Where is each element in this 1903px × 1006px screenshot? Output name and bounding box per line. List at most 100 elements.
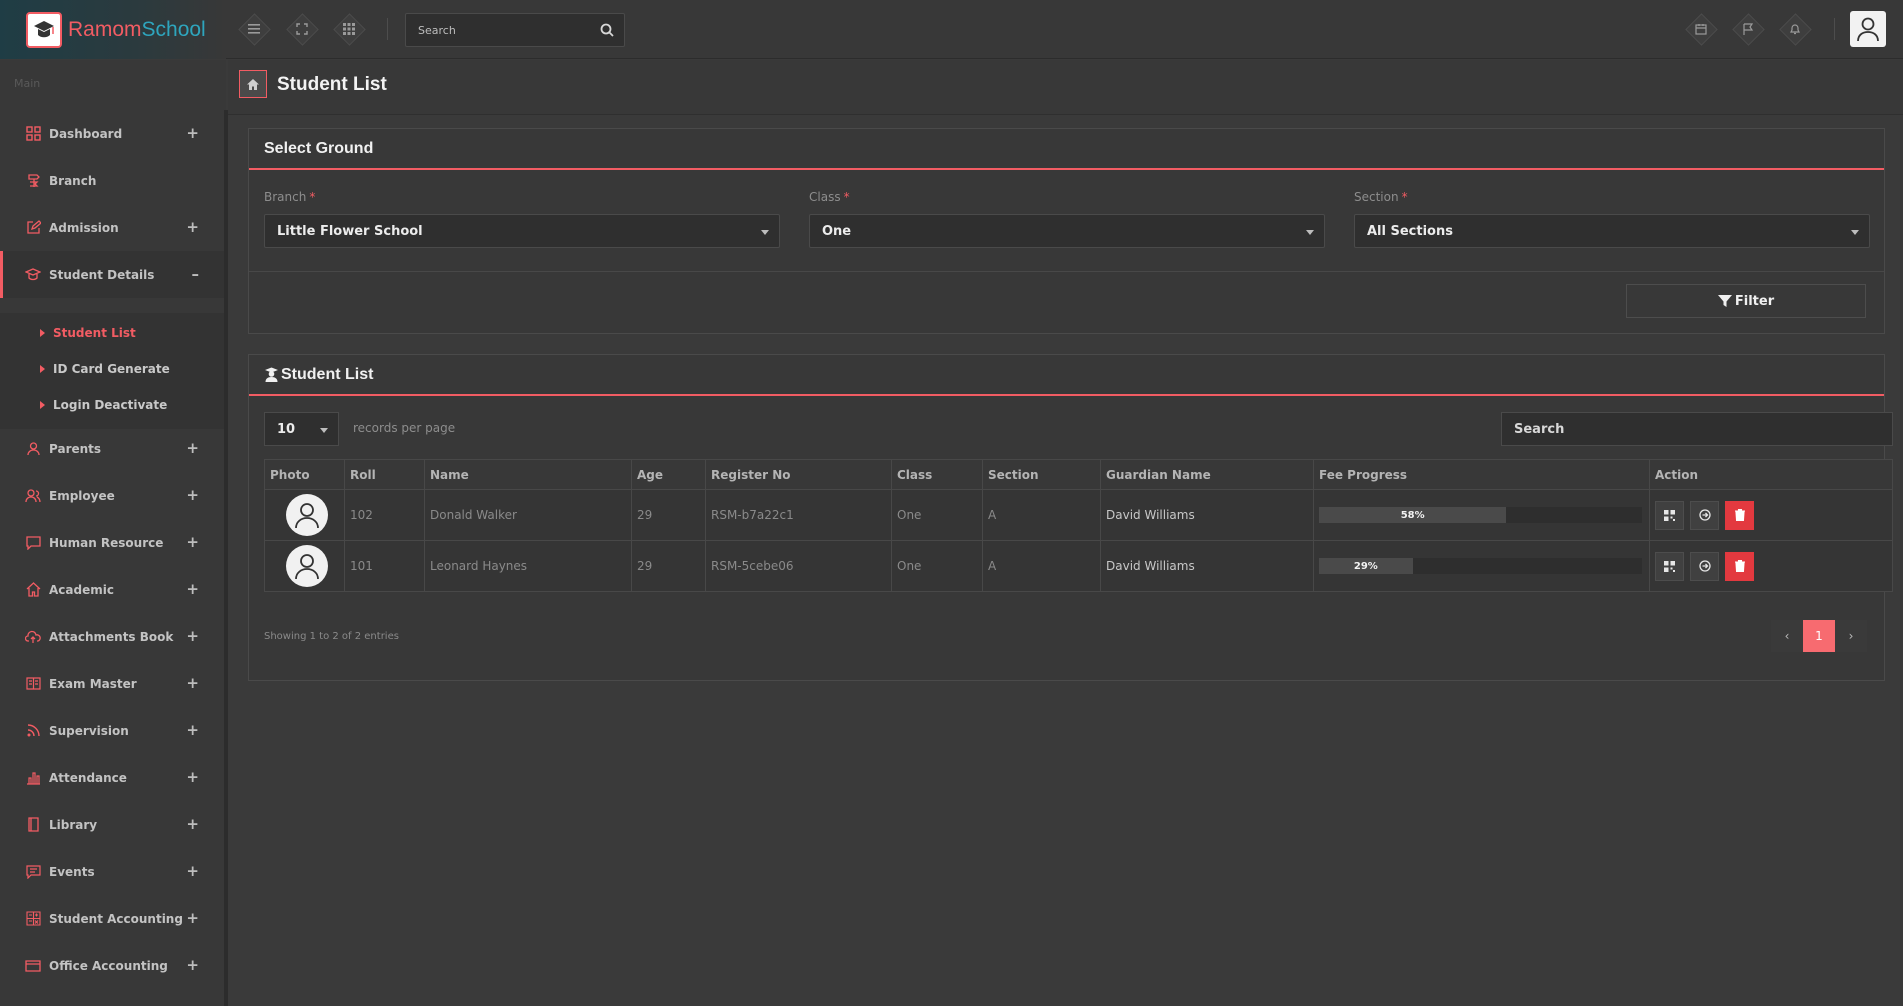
expand-icon[interactable]: +: [186, 580, 199, 598]
sidebar-item-parents[interactable]: Parents +: [0, 425, 224, 472]
apps-button[interactable]: [334, 14, 364, 44]
sidebar-subitem-login-deactivate[interactable]: Login Deactivate: [40, 398, 167, 412]
pagination-next[interactable]: ›: [1835, 620, 1867, 652]
column-header[interactable]: Fee Progress: [1313, 459, 1650, 490]
collapse-icon[interactable]: –: [192, 265, 200, 283]
profile-button[interactable]: [1655, 551, 1684, 581]
edit-icon: [24, 219, 42, 237]
profile-button[interactable]: [1655, 500, 1684, 530]
expand-icon[interactable]: +: [186, 721, 199, 739]
pagination-page[interactable]: 1: [1803, 620, 1835, 652]
header-search-input[interactable]: [406, 14, 592, 46]
expand-icon[interactable]: +: [186, 627, 199, 645]
login-button[interactable]: [1690, 500, 1719, 530]
flag-button[interactable]: [1733, 14, 1763, 44]
sidebar-item-office-accounting[interactable]: Office Accounting +: [0, 942, 224, 989]
sidebar-item-label: Dashboard: [49, 126, 123, 141]
sidebar-item-attendance[interactable]: Attendance +: [0, 754, 224, 801]
sidebar-item-branch[interactable]: Branch: [0, 157, 224, 204]
sidebar-item-label: Branch: [49, 173, 97, 188]
expand-icon[interactable]: +: [186, 956, 199, 974]
sidebar-item-student-accounting[interactable]: Student Accounting +: [0, 895, 224, 942]
sidebar-item-attachments-book[interactable]: Attachments Book +: [0, 613, 224, 660]
expand-icon[interactable]: +: [186, 218, 199, 236]
class-cell: One: [891, 489, 983, 541]
sidebar-subitem-id-card-generate[interactable]: ID Card Generate: [40, 362, 170, 376]
brand[interactable]: RamomSchool: [0, 0, 226, 59]
expand-icon[interactable]: +: [186, 674, 199, 692]
expand-icon[interactable]: +: [186, 862, 199, 880]
section-select[interactable]: All Sections: [1354, 214, 1870, 248]
class-select[interactable]: One: [809, 214, 1325, 248]
expand-icon[interactable]: +: [186, 815, 199, 833]
sidebar-scrollbar[interactable]: [224, 110, 228, 1006]
expand-icon[interactable]: +: [186, 439, 199, 457]
column-header[interactable]: Roll: [344, 459, 425, 490]
guardian-cell: David Williams: [1100, 540, 1314, 592]
login-button[interactable]: [1690, 551, 1719, 581]
menu-toggle-button[interactable]: [239, 14, 269, 44]
sidebar-item-employee[interactable]: Employee +: [0, 472, 224, 519]
column-header[interactable]: Action: [1649, 459, 1893, 490]
column-header[interactable]: Class: [891, 459, 983, 490]
sidebar-item-dashboard[interactable]: Dashboard +: [0, 110, 224, 157]
student-list-panel: Student List 10 records per page Photo R…: [248, 354, 1893, 681]
header-search[interactable]: [405, 13, 625, 47]
branch-select[interactable]: Little Flower School: [264, 214, 780, 248]
column-header[interactable]: Photo: [264, 459, 345, 490]
pagination-prev[interactable]: ‹: [1771, 620, 1803, 652]
user-avatar[interactable]: [1850, 11, 1886, 47]
branch-label-text: Branch: [264, 190, 307, 204]
section-cell: A: [982, 489, 1101, 541]
expand-icon[interactable]: +: [186, 533, 199, 551]
fee-progress-cell: 58%: [1313, 489, 1650, 541]
sidebar-subitem-student-list[interactable]: Student List: [40, 326, 136, 340]
roll-cell: 101: [344, 540, 425, 592]
sidebar-item-supervision[interactable]: Supervision +: [0, 707, 224, 754]
expand-icon[interactable]: +: [186, 486, 199, 504]
photo-cell: [264, 489, 345, 541]
calendar-button[interactable]: [1686, 14, 1716, 44]
page-length-label: records per page: [353, 421, 456, 435]
sidebar-item-label: Human Resource: [49, 535, 164, 550]
table-search-input[interactable]: [1501, 412, 1893, 446]
column-header[interactable]: Guardian Name: [1100, 459, 1314, 490]
search-icon[interactable]: [600, 23, 614, 37]
sidebar-item-events[interactable]: Events +: [0, 848, 224, 895]
notifications-button[interactable]: [1780, 14, 1810, 44]
expand-icon[interactable]: +: [186, 768, 199, 786]
column-header[interactable]: Age: [631, 459, 706, 490]
sidebar-heading: Main: [14, 77, 41, 90]
filter-button[interactable]: Filter: [1626, 284, 1866, 318]
column-header[interactable]: Section: [982, 459, 1101, 490]
sidebar-item-human-resource[interactable]: Human Resource +: [0, 519, 224, 566]
hamburger-icon: [248, 24, 260, 34]
sidebar-item-academic[interactable]: Academic +: [0, 566, 224, 613]
arrow-circle-right-icon: [1698, 509, 1711, 521]
sidebar-item-exam-master[interactable]: Exam Master +: [0, 660, 224, 707]
divider: [249, 271, 1884, 272]
expand-icon[interactable]: +: [186, 124, 199, 142]
column-header[interactable]: Name: [424, 459, 632, 490]
expand-icon: [296, 23, 308, 35]
sidebar-subitem-label: ID Card Generate: [53, 362, 170, 376]
delete-button[interactable]: [1725, 551, 1754, 581]
class-cell: One: [891, 540, 983, 592]
sidebar-item-student-details[interactable]: Student Details –: [0, 251, 224, 298]
sidebar-item-label: Student Details: [49, 267, 155, 282]
delete-button[interactable]: [1725, 500, 1754, 530]
bar-chart-icon: [24, 769, 42, 787]
pagination: ‹ 1 ›: [1771, 620, 1867, 652]
table-info: Showing 1 to 2 of 2 entries: [264, 631, 399, 642]
section-cell: A: [982, 540, 1101, 592]
name-cell: Donald Walker: [424, 489, 632, 541]
column-header[interactable]: Register No: [705, 459, 892, 490]
bell-icon: [1790, 24, 1800, 35]
page-length-value: 10: [277, 421, 296, 437]
home-button[interactable]: [239, 70, 267, 98]
page-length-select[interactable]: 10: [264, 412, 339, 446]
fullscreen-button[interactable]: [287, 14, 317, 44]
sidebar-item-admission[interactable]: Admission +: [0, 204, 224, 251]
sidebar-item-library[interactable]: Library +: [0, 801, 224, 848]
expand-icon[interactable]: +: [186, 909, 199, 927]
